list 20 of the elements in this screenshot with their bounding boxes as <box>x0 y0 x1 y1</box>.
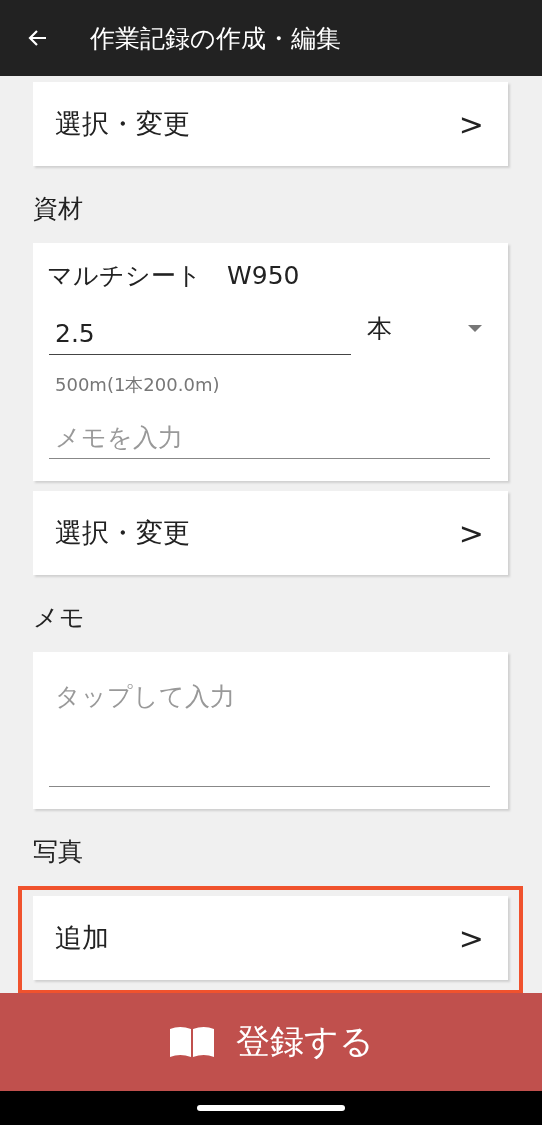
material-name: マルチシート W950 <box>47 260 301 292</box>
section-label: 資材 <box>33 193 84 225</box>
unit-dropdown[interactable]: 本 <box>367 308 490 355</box>
section-label: メモ <box>33 602 86 634</box>
row-label: 選択・変更 <box>55 107 190 141</box>
select-row[interactable]: 選択・変更 > <box>33 491 508 575</box>
book-icon <box>168 1025 216 1059</box>
select-row[interactable]: 選択・変更 > <box>33 82 508 166</box>
quantity-field[interactable]: 2.5 <box>49 315 351 355</box>
chevron-icon: > <box>458 515 484 551</box>
row-label: 選択・変更 <box>55 516 190 550</box>
caret-icon <box>468 325 482 332</box>
chevron-icon: > <box>458 106 484 142</box>
register-button[interactable]: 登録する <box>0 993 542 1091</box>
section-label: 写真 <box>33 836 84 868</box>
row-label: 追加 <box>55 921 109 955</box>
quantity-hint: 500m(1本200.0m) <box>54 373 221 397</box>
select-row[interactable]: 追加 > <box>33 896 508 980</box>
chevron-icon: > <box>458 920 484 956</box>
screen-title: 作業記録の作成・編集 <box>90 22 341 55</box>
